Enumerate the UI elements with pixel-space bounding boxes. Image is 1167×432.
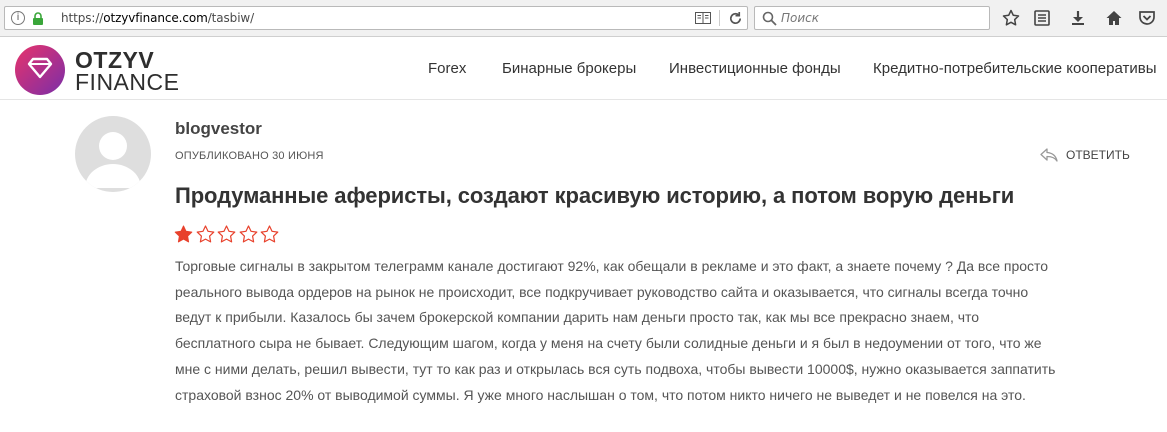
review-body-line: Торговые сигналы в закрытом телеграмм ка… — [175, 258, 1049, 274]
star-filled-icon — [174, 225, 193, 243]
site-header: OTZYV FINANCE Forex Бинарные брокеры Инв… — [0, 38, 1167, 100]
review-title: Продуманные аферисты, создают красивую и… — [175, 183, 1015, 208]
user-silhouette-icon — [85, 132, 141, 188]
review-body-line: страховой взнос 20% от выводимой суммы. … — [175, 386, 1026, 403]
star-empty-icon — [196, 225, 214, 243]
avatar — [75, 116, 151, 192]
review-body: Торговые сигналы в закрытом телеграмм ка… — [175, 254, 1135, 408]
home-icon[interactable] — [1105, 9, 1123, 27]
search-bar[interactable] — [754, 6, 990, 30]
star-empty-icon — [217, 225, 236, 243]
star-empty-icon — [239, 225, 257, 243]
lock-icon[interactable] — [32, 12, 44, 25]
review-body-line: реального вывода ордеров на рынок не про… — [175, 283, 1029, 300]
reload-icon[interactable] — [728, 11, 743, 26]
search-input[interactable] — [781, 9, 981, 27]
search-icon — [762, 11, 777, 26]
logo-text-finance[interactable]: FINANCE — [75, 69, 179, 96]
review-body-line: мне с ними делать, решил вывести, тут то… — [175, 360, 1056, 377]
reply-label: ОТВЕТИТЬ — [1066, 148, 1130, 162]
url-bar[interactable]: i https://otzyvfinance.com/tasbiw/ — [4, 6, 748, 30]
url-text[interactable]: https://otzyvfinance.com/tasbiw/ — [61, 11, 254, 25]
review-body-line: ведут к прибыли. Казалось бы зачем броке… — [175, 309, 980, 326]
reply-arrow-icon — [1040, 148, 1058, 162]
star-empty-icon — [260, 225, 279, 243]
info-icon[interactable]: i — [11, 11, 25, 25]
comment-author: blogvestor — [175, 119, 262, 138]
nav-credit-cooperatives[interactable]: Кредитно-потребительские кооперативы — [873, 60, 1157, 77]
reader-view-icon[interactable] — [695, 12, 711, 24]
browser-toolbar: i https://otzyvfinance.com/tasbiw/ — [0, 0, 1167, 37]
nav-binary-brokers[interactable]: Бинарные брокеры — [502, 60, 636, 77]
comment-date: ОПУБЛИКОВАНО 30 ИЮНЯ — [175, 150, 324, 162]
nav-investment-funds[interactable]: Инвестиционные фонды — [669, 60, 841, 77]
nav-forex[interactable]: Forex — [428, 60, 466, 77]
diamond-logo-icon[interactable] — [14, 44, 66, 96]
download-icon[interactable] — [1069, 9, 1087, 27]
review-body-line: бесплатного сыра не бывает. Следующим ша… — [175, 335, 1042, 352]
bookmarks-library-icon[interactable] — [1033, 9, 1051, 27]
url-separator — [719, 10, 720, 26]
pocket-icon[interactable] — [1138, 9, 1156, 27]
bookmark-star-icon[interactable] — [1002, 9, 1020, 27]
